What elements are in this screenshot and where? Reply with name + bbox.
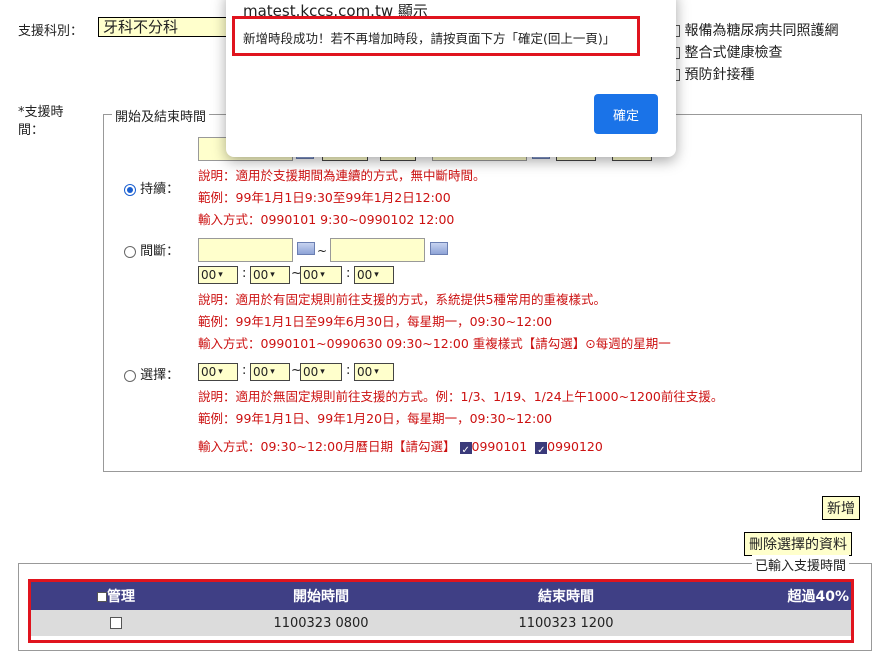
date-checkbox[interactable] bbox=[535, 441, 548, 461]
select-min-end[interactable]: 00 ▾ bbox=[354, 363, 394, 381]
table-row: 1100323 0800 1100323 1200 bbox=[31, 610, 851, 636]
interval-input-format: 輸入方式：0990101~0990630 09:30~12:00 重複樣式【請勾… bbox=[198, 336, 671, 351]
subject-label: 支援科別： bbox=[18, 24, 84, 39]
interval-desc: 說明：適用於有固定規則前往支援的方式，系統提供5種常用的重複樣式。 bbox=[198, 292, 606, 307]
time-colon: : bbox=[346, 363, 351, 378]
row-end: 1100323 1200 bbox=[518, 615, 614, 631]
option-health-check[interactable]: 整合式健康檢查 bbox=[668, 42, 838, 64]
radio-interval[interactable]: 間斷： bbox=[124, 240, 179, 259]
alert-dialog: matest.kccs.com.tw 顯示 新增時段成功！若不再增加時段，請按頁… bbox=[226, 0, 676, 157]
continuous-input-format: 輸入方式：0990101 9:30~0990102 12:00 bbox=[198, 212, 455, 227]
radio-dot[interactable] bbox=[124, 369, 136, 382]
radio-select[interactable]: 選擇： bbox=[124, 364, 179, 383]
option-list: 報備為糖尿病共同照護網 整合式健康檢查 預防針接種 bbox=[668, 20, 838, 86]
header-manage: 管理 bbox=[31, 582, 201, 610]
select-desc: 說明：適用於無固定規則前往支援的方式。例：1/3、1/19、1/24上午1000… bbox=[198, 389, 724, 404]
select-min-start[interactable]: 00 ▾ bbox=[250, 363, 290, 381]
entered-table: 管理 開始時間 結束時間 超過40% 1100323 0800 1100323 … bbox=[31, 582, 851, 636]
time-legend: 開始及結束時間 bbox=[112, 106, 210, 125]
time-colon: : bbox=[242, 363, 247, 378]
radio-dot[interactable] bbox=[124, 245, 136, 258]
option-diabetes[interactable]: 報備為糖尿病共同照護網 bbox=[668, 20, 838, 42]
continuous-example: 範例：99年1月1日9:30至99年1月2日12:00 bbox=[198, 190, 451, 205]
interval-start-date[interactable] bbox=[198, 238, 293, 262]
time-label: *支援時 間： bbox=[18, 105, 64, 138]
header-start: 開始時間 bbox=[293, 589, 349, 605]
row-start: 1100323 0800 bbox=[273, 615, 369, 631]
select-hour-end[interactable]: 00 ▾ bbox=[300, 363, 342, 381]
select-all-checkbox[interactable] bbox=[97, 592, 107, 602]
interval-min-start[interactable]: 00 ▾ bbox=[250, 266, 290, 284]
select-hour-start[interactable]: 00 ▾ bbox=[198, 363, 238, 381]
continuous-desc: 說明：適用於支援期間為連續的方式，無中斷時間。 bbox=[198, 168, 486, 183]
radio-continuous[interactable]: 持續： bbox=[124, 178, 179, 197]
header-end: 結束時間 bbox=[538, 589, 594, 605]
entered-legend: 已輸入支援時間 bbox=[752, 555, 850, 574]
interval-hour-end[interactable]: 00 ▾ bbox=[300, 266, 342, 284]
header-over40: 超過40% bbox=[787, 589, 849, 605]
calendar-icon[interactable] bbox=[430, 242, 448, 255]
add-button[interactable]: 新增 bbox=[822, 496, 860, 520]
radio-dot[interactable] bbox=[124, 183, 136, 196]
select-input-format: 輸入方式：09:30~12:00月曆日期【請勾選】 0990101 099012… bbox=[198, 437, 603, 461]
date-checkbox[interactable] bbox=[459, 441, 472, 461]
option-vaccine[interactable]: 預防針接種 bbox=[668, 64, 838, 86]
dialog-ok-button[interactable]: 確定 bbox=[594, 94, 658, 134]
time-colon: : bbox=[346, 266, 351, 281]
interval-example: 範例：99年1月1日至99年6月30日，每星期一，09:30~12:00 bbox=[198, 314, 553, 329]
row-over bbox=[691, 610, 851, 636]
dialog-message: 新增時段成功！若不再增加時段，請按頁面下方「確定(回上一頁)」 bbox=[243, 31, 616, 46]
interval-min-end[interactable]: 00 ▾ bbox=[354, 266, 394, 284]
date-separator: ~ bbox=[317, 244, 328, 258]
calendar-icon[interactable] bbox=[297, 242, 315, 255]
subject-value[interactable]: 牙科不分科 bbox=[98, 17, 228, 37]
interval-end-date[interactable] bbox=[330, 238, 425, 262]
time-colon: : bbox=[242, 266, 247, 281]
interval-hour-start[interactable]: 00 ▾ bbox=[198, 266, 238, 284]
select-example: 範例：99年1月1日、99年1月20日，每星期一，09:30~12:00 bbox=[198, 411, 553, 426]
row-checkbox[interactable] bbox=[110, 617, 122, 629]
delete-selected-button[interactable]: 刪除選擇的資料 bbox=[744, 532, 852, 556]
